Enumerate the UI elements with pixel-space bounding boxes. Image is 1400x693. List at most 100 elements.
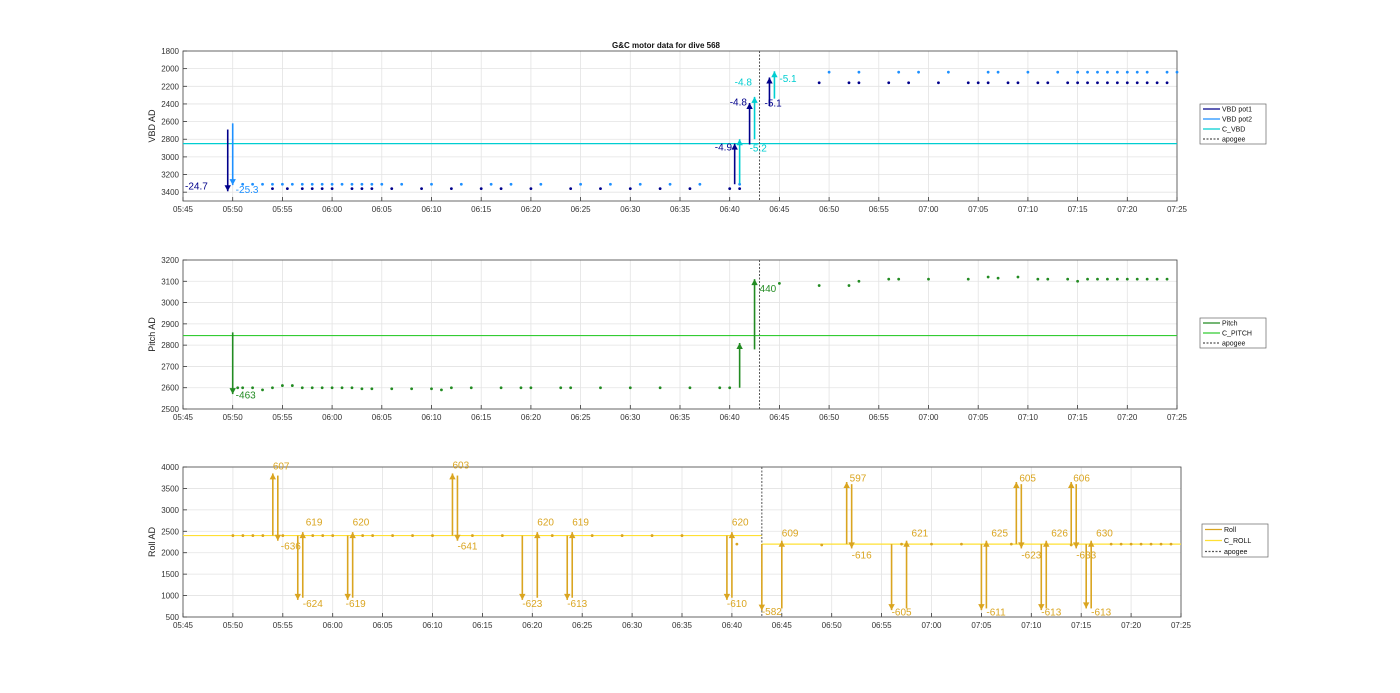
x-tick-label: 05:55 [273,621,294,630]
data-point [350,386,354,390]
data-point [1155,277,1159,281]
data-point [927,277,930,281]
y-tick-label: 1800 [161,47,179,56]
x-tick-label: 07:20 [1117,413,1138,422]
arrow-value-label: 621 [912,528,929,539]
data-point [300,386,304,390]
data-point [897,277,901,281]
data-point [271,182,274,186]
data-point [698,182,702,186]
data-point [271,187,274,191]
arrow-value-label: 440 [760,284,777,295]
y-tick-label: 4000 [161,463,179,472]
arrow-value-label: 626 [1051,528,1068,539]
data-point [887,81,891,85]
data-point [857,70,861,74]
data-point [479,187,483,191]
roll-panel: 05:45 05:50 05:55 06:00 06:05 06:10 06:15 06:20… [147,461,1269,630]
arrow-value-label: 625 [991,528,1008,539]
data-point [680,534,684,537]
data-point [986,81,990,85]
data-point [1175,70,1179,74]
data-point [658,187,662,191]
arrow-value-label: -4.8 [735,77,753,88]
x-tick-label: 06:20 [521,413,542,422]
x-tick-label: 06:55 [869,413,890,422]
x-tick-label: 07:20 [1117,205,1138,214]
x-tick-label: 06:50 [822,621,843,630]
data-point [236,386,240,390]
data-point [1169,542,1173,546]
arrow-value-label: 607 [273,462,290,473]
arrow-value-label: -4.9 [715,143,733,154]
data-point [420,187,423,191]
x-tick-label: 06:15 [471,205,492,214]
x-tick-label: 06:55 [872,621,893,630]
data-point [628,187,632,191]
x-tick-label: 07:25 [1171,621,1192,630]
data-point [728,187,732,191]
data-point [271,386,274,390]
x-tick-label: 05:45 [173,413,194,422]
x-tick-label: 07:15 [1071,621,1092,630]
arrow-value-label: -5.2 [750,144,768,155]
data-point [569,386,573,390]
legend: Roll C_ROLLapogee [1201,523,1269,558]
x-tick-label: 07:10 [1021,621,1042,630]
figure: G&C motor data for dive 568 05:45 05:50 05… [147,41,1269,630]
data-point [976,81,980,85]
x-tick-label: 06:25 [572,621,593,630]
y-tick-label: 2600 [161,384,179,393]
data-point [1155,81,1159,85]
y-tick-label: 500 [166,613,180,622]
data-point [300,182,304,186]
data-point [529,187,533,191]
data-point [658,386,662,390]
data-point [1139,542,1143,546]
x-tick-label: 06:05 [372,413,393,422]
vbd-panel: 05:45 05:50 05:55 06:00 06:05 06:10 06:15 06:20… [147,47,1267,214]
data-point [738,187,742,191]
x-tick-label: 06:15 [471,413,492,422]
y-axis-label: VBD AD [147,109,157,143]
arrow-value-label: 620 [353,518,370,529]
data-point [431,534,434,537]
data-point [1036,81,1040,85]
data-point [1135,81,1139,85]
data-point [966,81,970,85]
data-point [340,182,344,186]
data-point [986,70,990,74]
x-tick-label: 05:45 [173,205,194,214]
data-point [728,386,732,390]
y-tick-label: 2200 [161,82,179,91]
data-point [620,534,624,537]
arrow-value-label: 605 [1019,474,1036,485]
data-point [449,386,453,390]
data-point [410,387,414,391]
data-point [1046,277,1050,281]
data-point [778,282,781,285]
x-tick-label: 05:50 [223,621,244,630]
data-point [1135,277,1139,281]
data-point [449,187,453,191]
data-point [330,187,334,191]
data-point [261,182,264,186]
data-point [251,386,254,390]
y-tick-label: 2400 [161,100,179,109]
y-tick-label: 2000 [161,549,179,558]
data-point [599,187,602,191]
x-tick-label: 06:35 [670,413,691,422]
data-point [1159,542,1163,546]
arrow-value-label: 597 [850,474,867,485]
data-point [946,70,950,74]
arrow-value-label: -25.3 [236,185,259,196]
legend-entry: apogee [1222,341,1245,348]
x-tick-label: 06:10 [421,413,442,422]
data-point [628,386,632,390]
data-point [499,386,503,390]
data-point [300,187,304,191]
arrow-value-label: -624 [303,599,323,610]
data-point [668,182,672,186]
x-tick-label: 07:25 [1167,413,1188,422]
y-tick-label: 2800 [161,341,179,350]
